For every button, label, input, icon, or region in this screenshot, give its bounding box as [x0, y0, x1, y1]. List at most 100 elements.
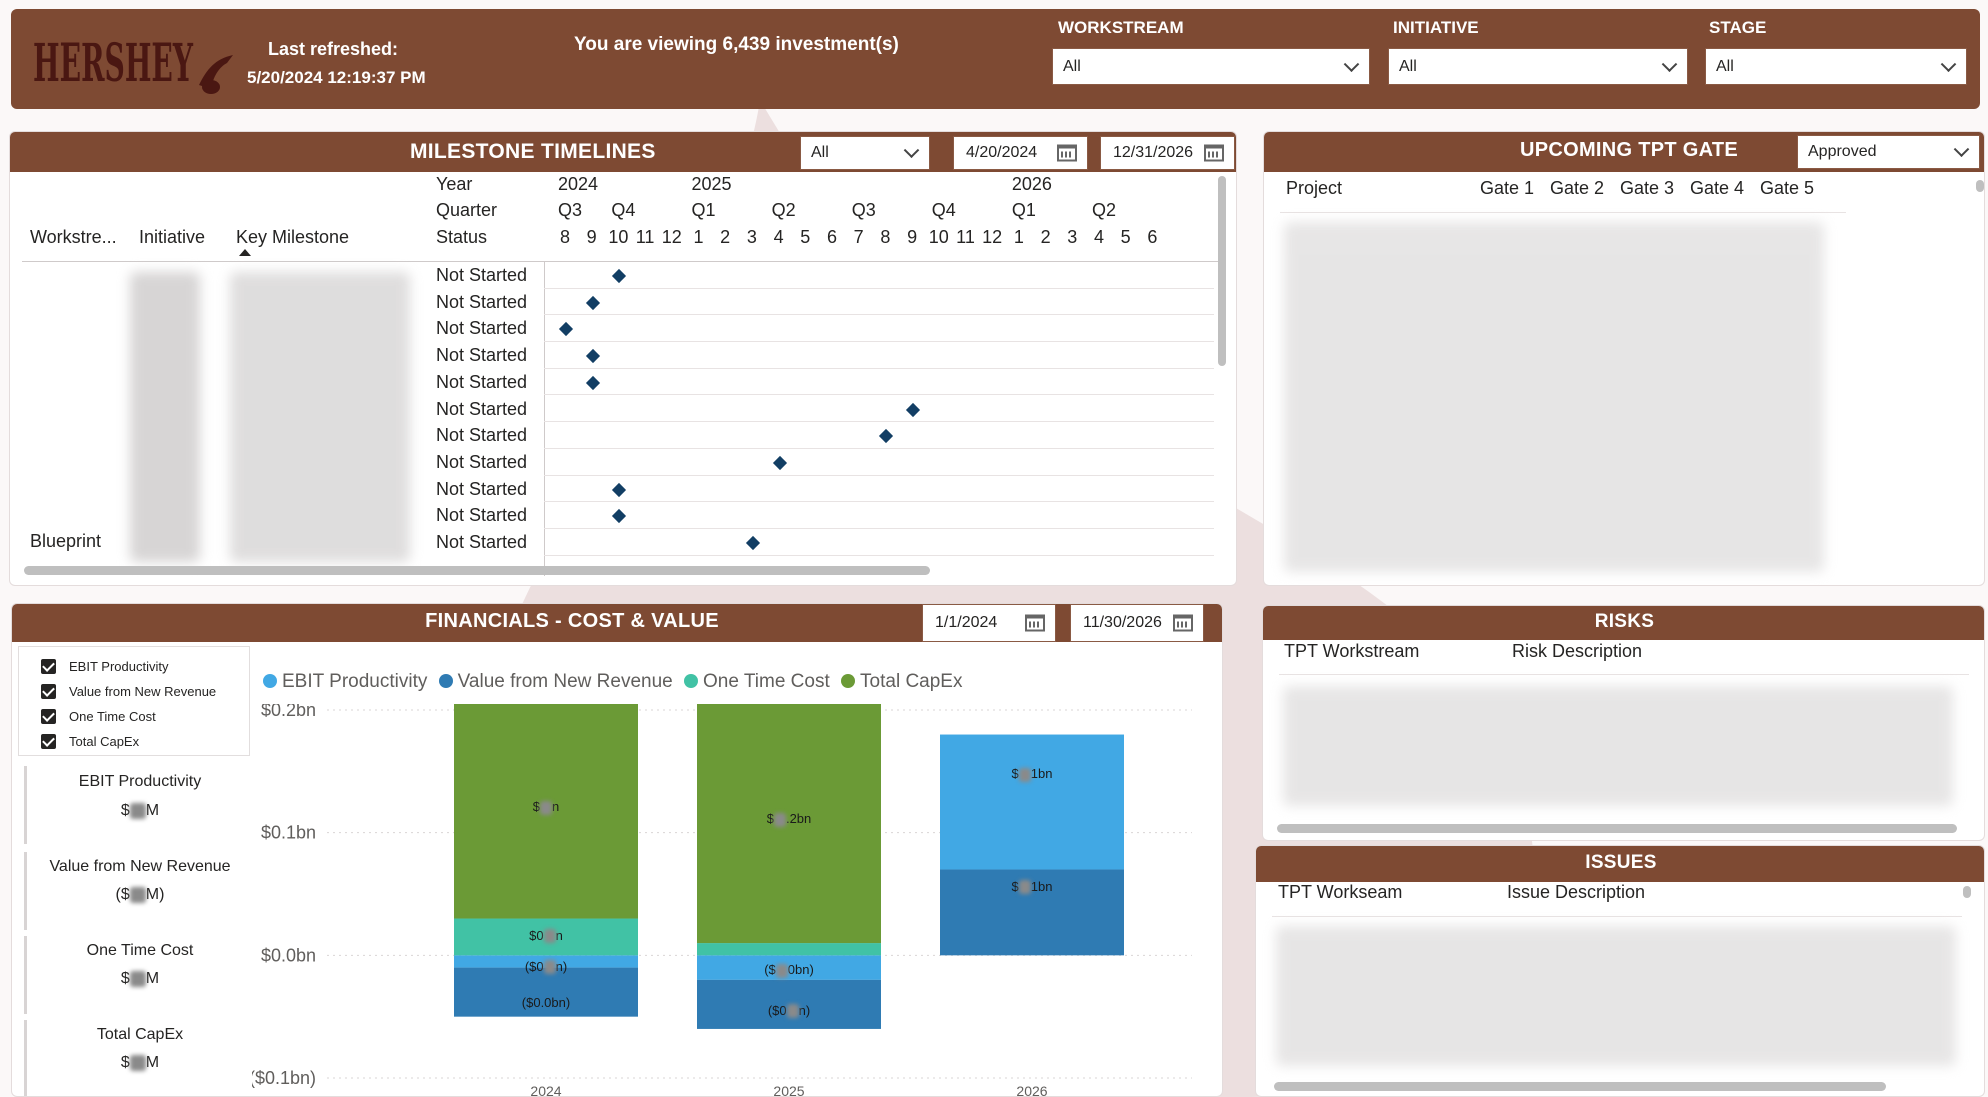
milestone-row[interactable]: Not Started [10, 262, 1214, 289]
bar-label-prefix: ($ [764, 962, 776, 978]
redacted-value [543, 960, 556, 975]
tpt-col-gate-1[interactable]: Gate 1 [1480, 178, 1534, 199]
milestone-diamond-marker[interactable] [879, 429, 894, 444]
kpi-card-vnr: Value from New Revenue ($ M) [24, 852, 250, 930]
tpt-gate-panel: UPCOMING TPT GATE Approved Project Gate … [1263, 131, 1985, 586]
milestone-status: Not Started [436, 398, 528, 419]
tpt-col-gate-5[interactable]: Gate 5 [1760, 178, 1814, 199]
milestone-diamond-marker[interactable] [745, 535, 760, 551]
legend-item-capex[interactable]: Total CapEx [841, 671, 962, 692]
initiative-column-header[interactable]: Initiative [139, 227, 205, 248]
workstream-column-header[interactable]: Workstre... [30, 227, 117, 248]
workstream-filter-value: All [1063, 57, 1081, 75]
issues-horizontal-scrollbar[interactable] [1274, 1082, 1886, 1091]
tpt-vertical-scrollbar[interactable] [1976, 180, 1984, 192]
tpt-gate-status-value: Approved [1808, 143, 1877, 160]
legend-label-capex: Total CapEx [860, 671, 963, 692]
key-milestone-column-header[interactable]: Key Milestone [236, 227, 349, 248]
tpt-gate-status-dropdown[interactable]: Approved [1797, 135, 1980, 169]
initiative-filter-dropdown[interactable]: All [1388, 48, 1688, 85]
milestone-row[interactable]: Not Started [10, 342, 1214, 369]
checkbox-total-capex[interactable] [41, 734, 56, 749]
risks-col-workstream[interactable]: TPT Workstream [1284, 641, 1419, 662]
milestone-diamond-marker[interactable] [612, 509, 627, 524]
milestone-filter-dropdown[interactable]: All [800, 136, 930, 170]
financials-date-to[interactable]: 11/30/2026 [1070, 604, 1204, 642]
issues-vertical-scrollbar[interactable] [1963, 886, 1971, 898]
milestone-status: Not Started [436, 318, 528, 339]
redacted-value [1018, 767, 1031, 782]
month-header: 11 [635, 227, 655, 247]
bar-data-label: $1bn [972, 879, 1092, 895]
year-header-2025: 2025 [691, 174, 732, 194]
issues-col-workstream[interactable]: TPT Workseam [1278, 882, 1402, 903]
milestone-diamond-marker[interactable] [558, 322, 574, 337]
tpt-col-gate-3[interactable]: Gate 3 [1620, 178, 1674, 199]
milestone-diamond-marker[interactable] [585, 349, 600, 364]
legend-item-vnr[interactable]: Value from New Revenue [438, 671, 673, 692]
milestone-date-to[interactable]: 12/31/2026 [1100, 136, 1235, 170]
dashboard-root: HERSHEY Last refreshed: 5/20/2024 12:19:… [0, 0, 1988, 1097]
milestone-row[interactable]: Not Started [10, 449, 1214, 476]
issues-header-divider [1272, 916, 1962, 917]
milestone-status: Not Started [436, 425, 528, 446]
checkbox-one-time-cost[interactable] [41, 709, 56, 724]
milestone-diamond-marker[interactable] [772, 455, 787, 470]
milestone-date-from[interactable]: 4/20/2024 [953, 136, 1088, 170]
bar-label-prefix: ($0 [524, 958, 544, 974]
risks-col-description[interactable]: Risk Description [1512, 641, 1642, 662]
milestone-diamond-marker[interactable] [612, 268, 627, 284]
milestone-row[interactable]: Not Started [10, 369, 1214, 396]
year-header-2024: 2024 [558, 174, 599, 194]
milestone-row[interactable]: Not Started [10, 396, 1214, 423]
risks-title: RISKS [1594, 611, 1655, 632]
bar-label-suffix: .2bn [785, 811, 812, 827]
milestone-diamond-marker[interactable] [585, 295, 600, 310]
milestone-diamond-marker[interactable] [585, 375, 600, 390]
bar-data-label: ($0.0bn) [521, 995, 571, 1011]
milestone-vertical-scrollbar[interactable] [1218, 176, 1226, 366]
milestone-row[interactable]: Not Started [10, 422, 1214, 449]
tpt-col-gate-2[interactable]: Gate 2 [1550, 178, 1604, 199]
milestone-diamond-marker[interactable] [906, 402, 921, 417]
checkbox-label-capex: Total CapEx [69, 734, 140, 749]
milestone-row[interactable]: Not Started [10, 476, 1214, 503]
financials-date-from[interactable]: 1/1/2024 [922, 604, 1056, 642]
tpt-col-gate-4[interactable]: Gate 4 [1690, 178, 1744, 199]
milestone-horizontal-scrollbar[interactable] [24, 566, 930, 575]
y-tick-label: $0.0bn [261, 945, 316, 965]
bar-segment-one-time-cost-2025[interactable] [697, 943, 881, 956]
milestone-row[interactable]: Not Started [10, 529, 1214, 556]
bar-label-suffix: n) [555, 958, 568, 974]
month-header: 2 [1040, 227, 1051, 247]
checkbox-ebit-productivity[interactable] [41, 659, 56, 674]
financials-title-bar: FINANCIALS - COST & VALUE 1/1/2024 11/30… [12, 604, 1222, 642]
bar-segment-ebit-productivity-2026[interactable] [940, 734, 1124, 870]
legend-item-otc[interactable]: One Time Cost [684, 671, 830, 692]
blurred-risk-rows [1283, 686, 1953, 806]
checkbox-label-otc: One Time Cost [69, 709, 156, 724]
legend-dot [841, 674, 856, 688]
issues-col-description[interactable]: Issue Description [1507, 882, 1645, 903]
month-header: 1 [1013, 227, 1024, 247]
month-header: 9 [907, 227, 918, 247]
tpt-col-project[interactable]: Project [1286, 178, 1342, 199]
milestone-timelines-panel: MILESTONE TIMELINES All 4/20/2024 12/31/… [9, 131, 1237, 586]
milestone-diamond-marker[interactable] [612, 482, 627, 497]
kpi-value-vnr-prefix: ($ [115, 886, 130, 903]
milestone-row[interactable]: Not Started [10, 502, 1214, 529]
bar-label-prefix: $0 [529, 927, 544, 943]
row-divider [544, 554, 1214, 556]
checkbox-value-new-revenue[interactable] [41, 684, 56, 699]
stage-filter-dropdown[interactable]: All [1705, 48, 1967, 85]
milestone-row[interactable]: Not Started [10, 289, 1214, 316]
legend-dot [263, 674, 277, 688]
redacted-value [786, 1004, 799, 1019]
legend-item-ebit[interactable]: EBIT Productivity [263, 671, 427, 692]
bar-label-suffix: 0bn) [787, 962, 814, 978]
milestone-filter-value: All [811, 144, 829, 161]
risks-horizontal-scrollbar[interactable] [1277, 824, 1957, 833]
workstream-filter-dropdown[interactable]: All [1052, 48, 1370, 85]
milestone-row[interactable]: Not Started [10, 315, 1214, 343]
month-header: 3 [746, 227, 757, 247]
